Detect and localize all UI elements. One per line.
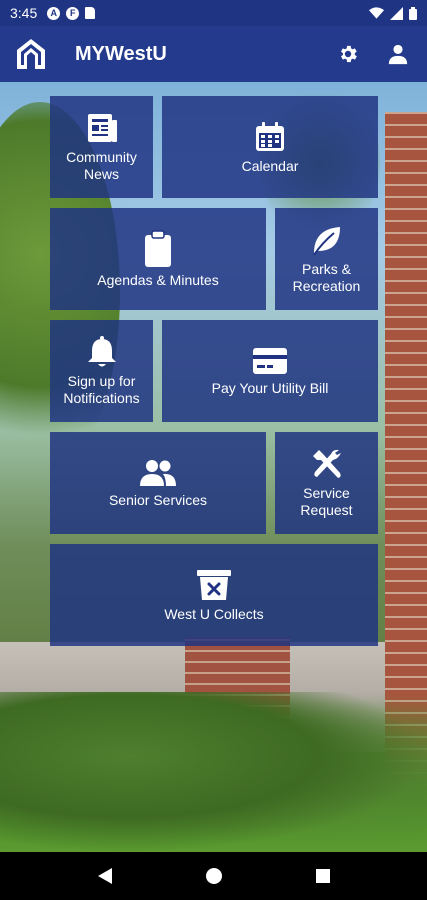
pay-bill-label: Pay Your Utility Bill [211, 379, 329, 396]
notification-icon-f: F [66, 6, 80, 20]
recents-button[interactable] [308, 861, 338, 891]
gear-icon [341, 45, 357, 63]
home-icon [205, 868, 222, 884]
parks-label: Parks & Recreation [292, 261, 361, 294]
back-button[interactable] [90, 861, 120, 891]
app-title: MYWestU [75, 42, 167, 65]
battery-icon [409, 6, 417, 20]
person-icon [388, 44, 408, 65]
credit-card-icon [252, 346, 288, 376]
calendar-label: Calendar [241, 157, 299, 174]
clipboard-icon [143, 229, 173, 268]
back-icon [97, 868, 112, 884]
parks-recreation-tile[interactable]: Parks & Recreation [275, 208, 378, 310]
notifications-tile[interactable]: Sign up for Notifications [50, 320, 153, 422]
notification-icon-a: A [47, 6, 61, 20]
collects-label: West U Collects [164, 605, 264, 622]
recents-icon [315, 869, 330, 883]
community-news-tile[interactable]: Community News [50, 96, 153, 198]
notifications-label: Sign up for Notifications [63, 373, 140, 406]
leaf-icon [310, 223, 344, 257]
agendas-minutes-tile[interactable]: Agendas & Minutes [50, 208, 266, 310]
app-bar: MYWestU [0, 26, 427, 82]
senior-services-tile[interactable]: Senior Services [50, 432, 266, 534]
trash-bin-icon [196, 568, 232, 602]
bell-icon [86, 335, 118, 369]
service-request-label: Service Request [300, 485, 353, 518]
settings-button[interactable] [335, 41, 361, 67]
home-button[interactable] [199, 861, 229, 891]
newspaper-icon [85, 111, 119, 145]
system-nav-bar [0, 852, 427, 900]
agendas-label: Agendas & Minutes [97, 271, 219, 288]
status-time: 3:45 [10, 5, 38, 21]
pay-utility-bill-tile[interactable]: Pay Your Utility Bill [162, 320, 378, 422]
west-u-collects-tile[interactable]: West U Collects [50, 544, 378, 646]
wifi-icon [369, 6, 384, 19]
calendar-tile[interactable]: Calendar [162, 96, 378, 198]
users-icon [139, 458, 177, 488]
senior-label: Senior Services [108, 491, 208, 508]
community-news-label: Community News [66, 149, 137, 182]
house-logo-icon [12, 35, 50, 73]
status-bar: 3:45 A F [0, 0, 427, 26]
sd-card-icon [85, 7, 96, 19]
calendar-icon [253, 120, 287, 154]
account-button[interactable] [385, 41, 411, 67]
service-request-tile[interactable]: Service Request [275, 432, 378, 534]
signal-icon [390, 6, 403, 20]
tools-icon [309, 447, 345, 481]
